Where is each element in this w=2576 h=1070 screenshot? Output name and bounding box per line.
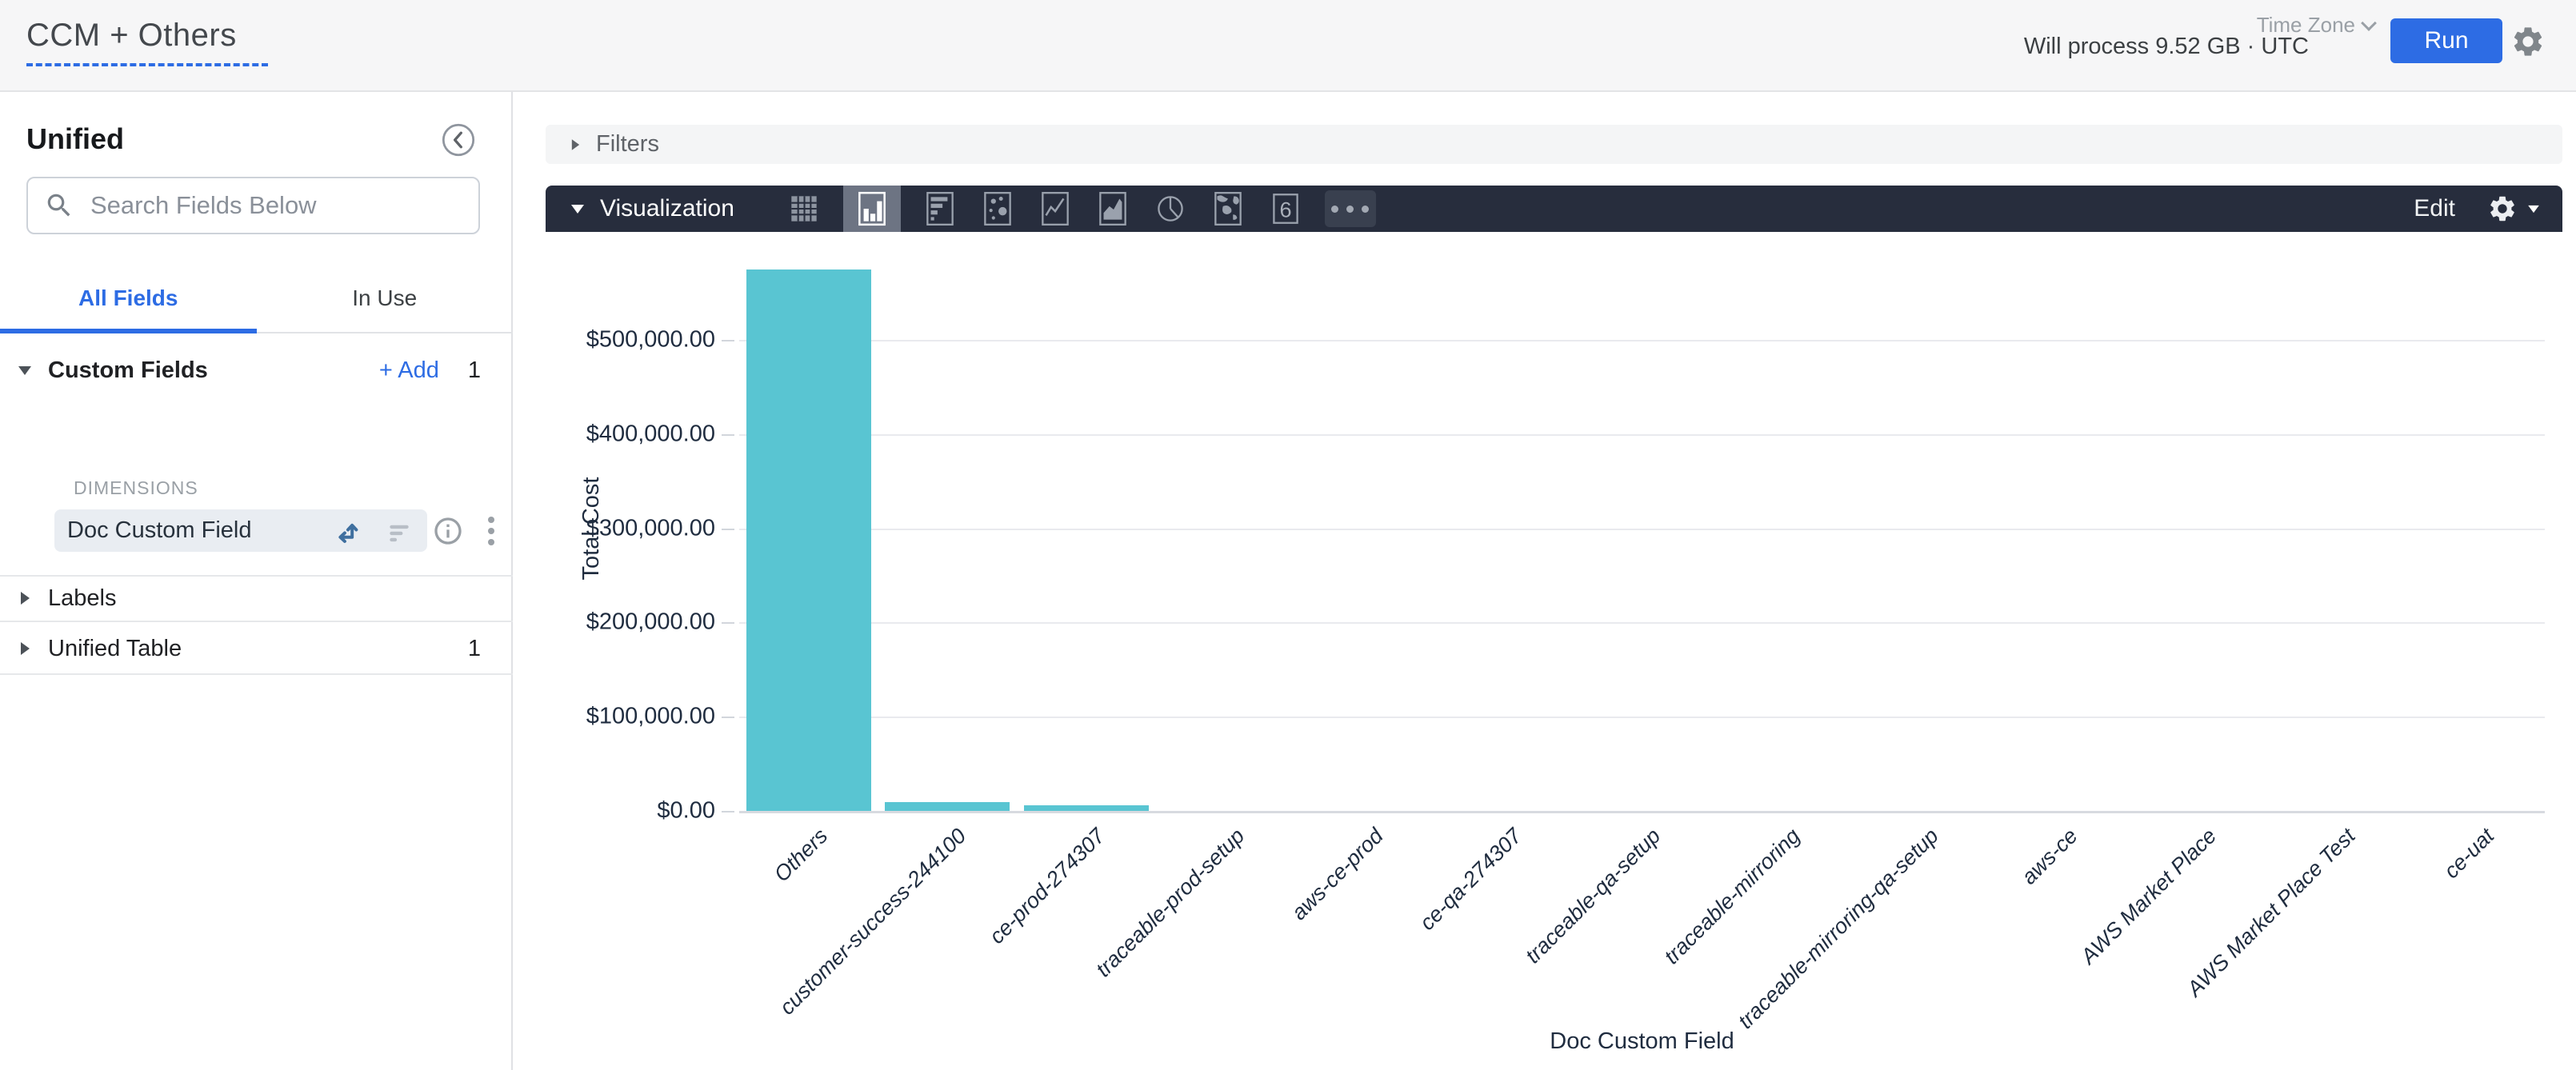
x-axis-label: ce-prod-274307 [985, 824, 1110, 949]
gridline [739, 622, 2545, 624]
run-button[interactable]: Run [2390, 18, 2502, 63]
field-tabs: All Fields In Use [0, 264, 513, 333]
field-label: Doc Custom Field [67, 517, 251, 544]
section-count: 1 [468, 636, 481, 662]
search-fields-input[interactable] [90, 191, 462, 220]
x-axis-label: AWS Market Place [2076, 824, 2222, 969]
gridline [739, 340, 2545, 341]
y-axis-tick [722, 340, 734, 341]
viz-type-map-icon[interactable] [1210, 186, 1246, 232]
caret-right-icon [572, 139, 579, 150]
viz-type-column-icon[interactable] [843, 186, 901, 232]
tab-all-fields[interactable]: All Fields [0, 264, 257, 332]
svg-text:6: 6 [1279, 197, 1291, 222]
viz-type-line-icon[interactable] [1037, 186, 1074, 232]
settings-gear-icon[interactable] [2510, 24, 2546, 59]
chevron-down-icon [2361, 15, 2377, 31]
section-labels[interactable]: Labels [0, 572, 513, 625]
x-axis-label: ce-uat [2439, 824, 2499, 884]
y-axis-tick [722, 811, 734, 812]
explore-page: CCM + Others Time Zone Will process 9.52… [0, 0, 2576, 1070]
section-label: Custom Fields [48, 357, 208, 384]
field-doc-custom-field[interactable]: Doc Custom Field [54, 509, 427, 552]
gridline [739, 529, 2545, 530]
kebab-menu-icon[interactable] [488, 517, 494, 545]
viz-type-scatter-icon[interactable] [979, 186, 1016, 232]
caret-down-icon[interactable] [13, 366, 37, 375]
y-axis-tick [722, 529, 734, 530]
gridline [739, 717, 2545, 718]
filters-bar[interactable]: Filters [546, 125, 2562, 164]
dimensions-group-label: DIMENSIONS [74, 477, 198, 499]
x-axis-label: traceable-qa-setup [1521, 824, 1666, 968]
page-title-text: CCM + Others [26, 18, 237, 53]
y-axis-label: $500,000.00 [586, 327, 715, 353]
visualization-bar: Visualization [546, 186, 2562, 232]
x-axis-title: Doc Custom Field [1550, 1028, 1734, 1055]
filters-label: Filters [596, 131, 659, 158]
chart-bar[interactable] [885, 802, 1010, 811]
section-unified-table[interactable]: Unified Table 1 [0, 622, 513, 675]
y-axis-label: $200,000.00 [586, 609, 715, 636]
section-custom-fields[interactable]: Custom Fields + Add 1 [0, 344, 513, 397]
chart-bar[interactable] [1024, 805, 1149, 811]
caret-right-icon[interactable] [13, 592, 37, 605]
x-axis-line [739, 811, 2545, 813]
filter-icon[interactable] [384, 516, 414, 546]
process-info: Will process 9.52 GB · UTC [2024, 34, 2309, 60]
tab-in-use[interactable]: In Use [257, 264, 514, 332]
pivot-icon[interactable] [331, 515, 363, 547]
viz-type-pie-icon[interactable] [1152, 186, 1189, 232]
gridline [739, 434, 2545, 436]
field-picker-sidebar: Unified All Fields In Use Custom Fields … [0, 92, 513, 1070]
x-axis-label: aws-ce-prod [1286, 824, 1388, 925]
search-box [26, 177, 480, 234]
caret-down-icon [2528, 205, 2539, 212]
y-axis-tick [722, 434, 734, 436]
section-label: Unified Table [48, 636, 182, 662]
search-icon [44, 190, 74, 221]
y-axis-label: $400,000.00 [586, 421, 715, 447]
viz-type-switcher: 6 [786, 186, 1376, 232]
y-axis-tick [722, 717, 734, 718]
visualization-label: Visualization [600, 195, 734, 222]
y-axis-label: $0.00 [657, 798, 715, 824]
section-label: Labels [48, 585, 116, 612]
x-axis-label: traceable-mirroring [1659, 824, 1805, 969]
page-title[interactable]: CCM + Others [26, 18, 268, 66]
x-axis-label: ce-qa-274307 [1415, 824, 1527, 936]
bar-chart: Total Cost $0.00$100,000.00$200,000.00$3… [513, 232, 2576, 1070]
info-icon[interactable] [432, 515, 464, 547]
viz-type-single-value-icon[interactable]: 6 [1267, 186, 1304, 232]
x-axis-label: aws-ce [2017, 824, 2082, 889]
viz-settings-button[interactable] [2487, 194, 2540, 224]
y-axis-label: $100,000.00 [586, 704, 715, 730]
caret-right-icon[interactable] [13, 642, 37, 655]
chart-bar[interactable] [746, 269, 871, 811]
header: CCM + Others Time Zone Will process 9.52… [0, 0, 2576, 92]
ellipsis-icon [1331, 206, 1369, 213]
y-axis-label: $300,000.00 [586, 515, 715, 541]
viz-type-bar-icon[interactable] [922, 186, 958, 232]
divider [0, 673, 513, 675]
x-axis-label: Others [770, 824, 833, 887]
edit-button[interactable]: Edit [2414, 195, 2455, 222]
gear-icon [2487, 194, 2518, 224]
x-axis-label: traceable-prod-setup [1090, 824, 1249, 982]
y-axis-tick [722, 622, 734, 624]
viz-type-table-icon[interactable] [786, 186, 822, 232]
add-custom-field-button[interactable]: + Add [379, 357, 439, 384]
main-content: Filters Visualization [513, 92, 2576, 1070]
caret-down-icon[interactable] [571, 205, 584, 214]
collapse-sidebar-icon[interactable] [441, 122, 476, 158]
viz-type-area-icon[interactable] [1094, 186, 1131, 232]
view-title: Unified [26, 122, 124, 156]
viz-more-types-button[interactable] [1325, 190, 1376, 227]
section-count: 1 [468, 357, 481, 384]
